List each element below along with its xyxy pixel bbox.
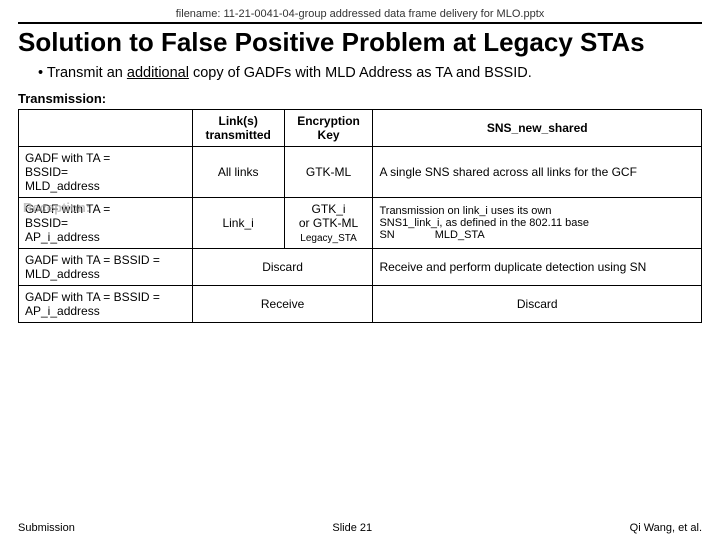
page-title: Solution to False Positive Problem at Le… [18,28,702,58]
table-header-row: Link(s)transmitted EncryptionKey SNS_new… [19,110,702,147]
row4-col2-3: Receive [192,286,373,323]
row3-col1: GADF with TA = BSSID =MLD_address [19,249,193,286]
underline-word: additional [127,65,189,81]
row1-col3: GTK-ML [284,147,373,198]
page: filename: 11-21-0041-04-group addressed … [0,0,720,540]
col-header-3: EncryptionKey [284,110,373,147]
footer-left: Submission [18,522,75,534]
reception-overlay: Reception: [23,200,90,215]
bullet-point: • Transmit an additional copy of GADFs w… [18,64,702,84]
row1-col1: GADF with TA =BSSID=MLD_address [19,147,193,198]
footer-right: Qi Wang, et al. [630,522,702,534]
table-row: GADF with TA = BSSID =AP_i_address Recei… [19,286,702,323]
transmission-label: Transmission: [18,91,702,106]
col-header-1 [19,110,193,147]
row4-col4: Discard [373,286,702,323]
row2-col2: Link_i [192,198,284,249]
col-header-4: SNS_new_shared [373,110,702,147]
main-table: Link(s)transmitted EncryptionKey SNS_new… [18,109,702,323]
row2-col1: GADF with TA =BSSID=AP_i_address Recepti… [19,198,193,249]
row3-col4: Receive and perform duplicate detection … [373,249,702,286]
row3-col2-3: Discard [192,249,373,286]
col-header-2: Link(s)transmitted [192,110,284,147]
row2-col4: Transmission on link_i uses its own SNS1… [373,198,702,249]
table-row: GADF with TA = BSSID =MLD_address Discar… [19,249,702,286]
row4-col1: GADF with TA = BSSID =AP_i_address [19,286,193,323]
filename: filename: 11-21-0041-04-group addressed … [18,8,702,24]
row2-col3: GTK_ior GTK-MLLegacy_STA [284,198,373,249]
row1-col2: All links [192,147,284,198]
footer-center: Slide 21 [332,522,372,534]
table-row: GADF with TA =BSSID=MLD_address All link… [19,147,702,198]
row1-col4: A single SNS shared across all links for… [373,147,702,198]
table-row: GADF with TA =BSSID=AP_i_address Recepti… [19,198,702,249]
footer: Submission Slide 21 Qi Wang, et al. [18,518,702,534]
